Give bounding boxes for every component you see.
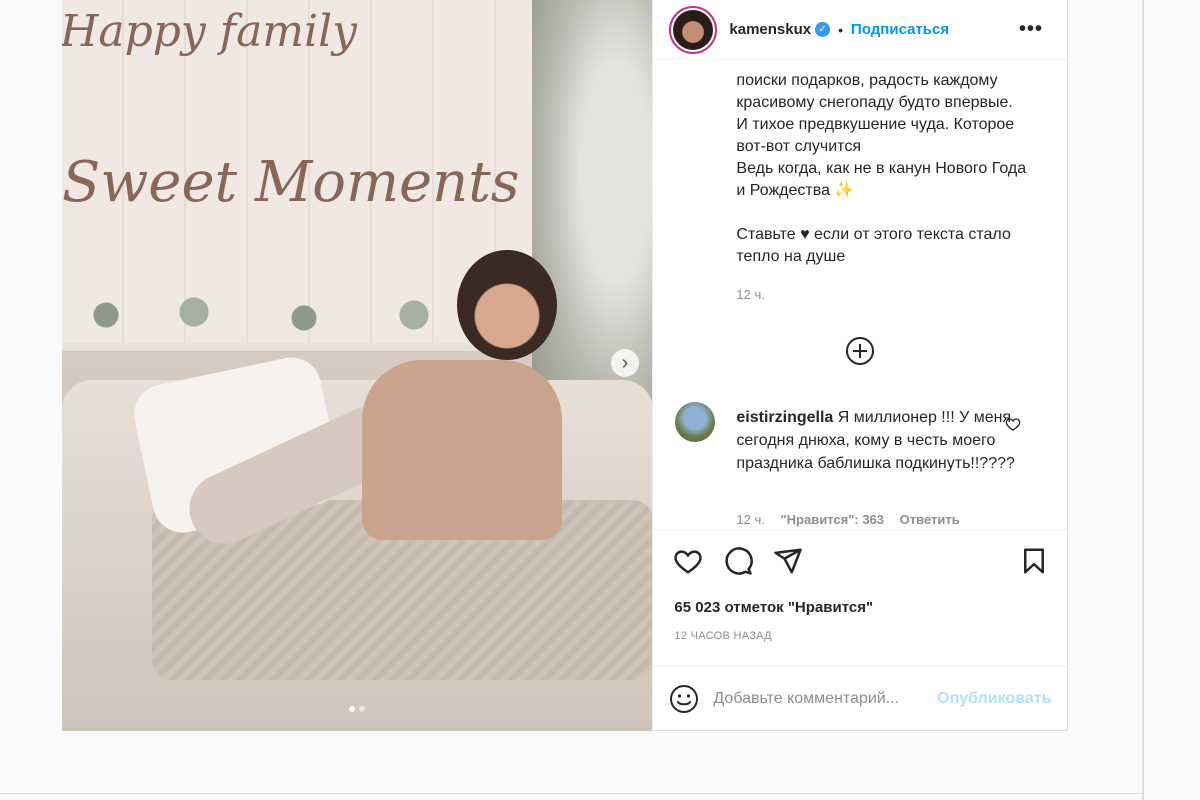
commenter-username[interactable]: eistirzingella	[736, 409, 833, 426]
carousel-dot	[359, 706, 365, 712]
photo-wall-text: Happy family	[62, 6, 358, 57]
separator-dot: •	[838, 21, 844, 38]
photo-wall-text: Sweet Moments	[62, 150, 520, 215]
photo-garland	[62, 285, 502, 345]
comment-reply-button[interactable]: Ответить	[900, 512, 960, 527]
comment-meta: 12 ч. "Нравится": 363 Ответить	[736, 512, 971, 527]
carousel-dots	[349, 706, 365, 712]
username-link[interactable]: kamenskux	[729, 21, 811, 38]
comment-bubble-icon[interactable]	[723, 546, 754, 576]
photo-person-head	[457, 250, 557, 360]
verified-badge-icon: ✓	[815, 22, 831, 37]
follow-button[interactable]: Подписаться	[851, 21, 949, 38]
publish-button[interactable]: Опубликовать	[937, 690, 1051, 708]
emoji-smile-icon[interactable]	[669, 684, 699, 714]
more-options-icon[interactable]: •••	[1019, 18, 1043, 41]
commenter-avatar[interactable]	[675, 402, 716, 442]
post-caption: поиски подарков, радость каждому красиво…	[736, 72, 1027, 265]
comment-body: eistirzingella Я миллионер !!! У меня се…	[736, 406, 1016, 475]
divider	[0, 793, 1142, 794]
page-scrollbar[interactable]	[1142, 0, 1144, 800]
post-date[interactable]: 12 ЧАСОВ НАЗАД	[674, 630, 772, 642]
add-comment-bar: Опубликовать	[653, 666, 1068, 731]
carousel-next-button[interactable]: ›	[611, 349, 639, 377]
share-send-icon[interactable]	[773, 546, 803, 576]
comment-like-heart-icon[interactable]	[1005, 416, 1021, 432]
like-heart-icon[interactable]	[673, 546, 703, 576]
chevron-right-icon: ›	[621, 352, 629, 374]
comment-likes-count[interactable]: "Нравится": 363	[781, 512, 885, 527]
caption-timestamp[interactable]: 12 ч.	[736, 287, 764, 302]
post-sidebar: kamenskux ✓ • Подписаться ••• поиски под…	[652, 0, 1068, 731]
likes-count[interactable]: 65 023 отметок "Нравится"	[674, 599, 873, 616]
avatar-image	[673, 9, 714, 50]
photo-person-body	[362, 360, 562, 540]
comments-list[interactable]: поиски подарков, радость каждому красиво…	[653, 60, 1067, 529]
comment-input[interactable]	[713, 690, 938, 708]
bookmark-icon[interactable]	[1019, 546, 1049, 576]
post-header: kamenskux ✓ • Подписаться •••	[653, 0, 1067, 60]
post-dialog: Happy family Sweet Moments › kamenskux ✓…	[62, 0, 1068, 731]
carousel-dot	[349, 706, 355, 712]
avatar[interactable]	[669, 5, 718, 54]
post-photo[interactable]: Happy family Sweet Moments ›	[62, 0, 653, 731]
post-actions-bar	[653, 529, 1068, 589]
photo-shelf	[62, 343, 482, 351]
comment-timestamp[interactable]: 12 ч.	[736, 512, 764, 527]
load-more-comments-icon[interactable]	[845, 336, 875, 366]
